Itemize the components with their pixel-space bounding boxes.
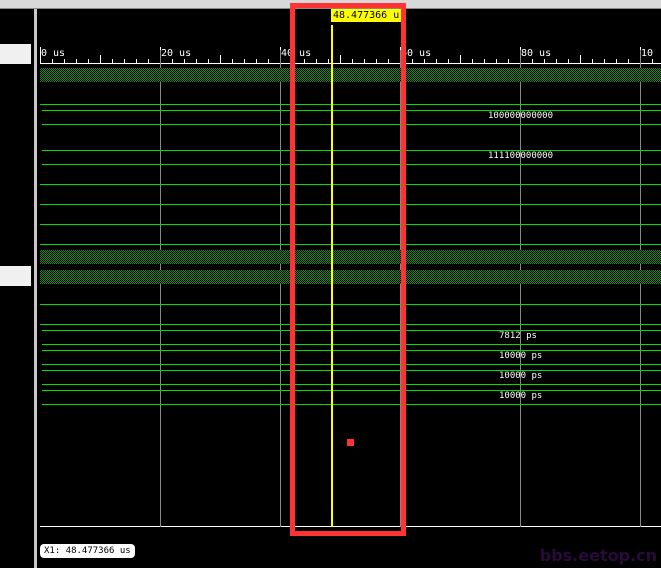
- highlight-box: [290, 3, 406, 536]
- bus-value: 7812 ps: [499, 331, 537, 341]
- ruler-tick: [556, 59, 557, 63]
- ruler-tick: [508, 59, 509, 63]
- ruler-tick: [484, 59, 485, 63]
- ruler-tick: [88, 59, 89, 63]
- ruler-tick: [616, 59, 617, 63]
- ruler-tick: [568, 59, 569, 63]
- ruler-tick: [424, 59, 425, 63]
- ruler-tick: [592, 59, 593, 63]
- ruler-tick: [136, 59, 137, 63]
- bus-value: 111100000000: [488, 151, 554, 161]
- time-label: 0 us: [41, 48, 66, 59]
- selected-signal-row[interactable]: [0, 44, 31, 64]
- ruler-tick: [100, 55, 101, 63]
- ruler-tick: [580, 55, 581, 63]
- time-label: 20 us: [161, 48, 192, 59]
- ruler-tick: [436, 59, 437, 63]
- time-label: 80 us: [521, 48, 552, 59]
- ruler-tick: [76, 59, 77, 63]
- cursor-readout: X1: 48.477366 us: [40, 544, 135, 558]
- ruler-tick: [268, 59, 269, 63]
- time-label: 10: [641, 48, 654, 59]
- ruler-tick: [544, 59, 545, 63]
- ruler-tick: [220, 55, 221, 63]
- ruler-tick: [196, 59, 197, 63]
- ruler-tick: [232, 59, 233, 63]
- watermark: bbs.eetop.cn: [539, 546, 657, 565]
- ruler-tick: [172, 59, 173, 63]
- ruler-tick: [256, 59, 257, 63]
- signal-name-panel: [0, 9, 34, 568]
- ruler-tick: [628, 59, 629, 63]
- ruler-tick: [496, 59, 497, 63]
- ruler-tick: [112, 59, 113, 63]
- ruler-tick: [412, 59, 413, 63]
- ruler-tick: [532, 59, 533, 63]
- bus-value: 10000 ps: [499, 351, 543, 361]
- selected-signal-row[interactable]: [0, 266, 31, 286]
- ruler-tick: [448, 59, 449, 63]
- ruler-tick: [148, 59, 149, 63]
- highlight-marker: [347, 439, 354, 446]
- ruler-tick: [64, 59, 65, 63]
- ruler-tick: [124, 59, 125, 63]
- ruler-tick: [208, 59, 209, 63]
- bus-value: 10000 ps: [499, 391, 543, 401]
- ruler-tick: [472, 59, 473, 63]
- ruler-tick: [604, 59, 605, 63]
- ruler-tick: [52, 59, 53, 63]
- ruler-tick: [184, 59, 185, 63]
- bus-value: 100000000000: [488, 111, 554, 121]
- ruler-tick: [244, 59, 245, 63]
- bus-value: 10000 ps: [499, 371, 543, 381]
- ruler-tick: [652, 59, 653, 63]
- ruler-tick: [460, 55, 461, 63]
